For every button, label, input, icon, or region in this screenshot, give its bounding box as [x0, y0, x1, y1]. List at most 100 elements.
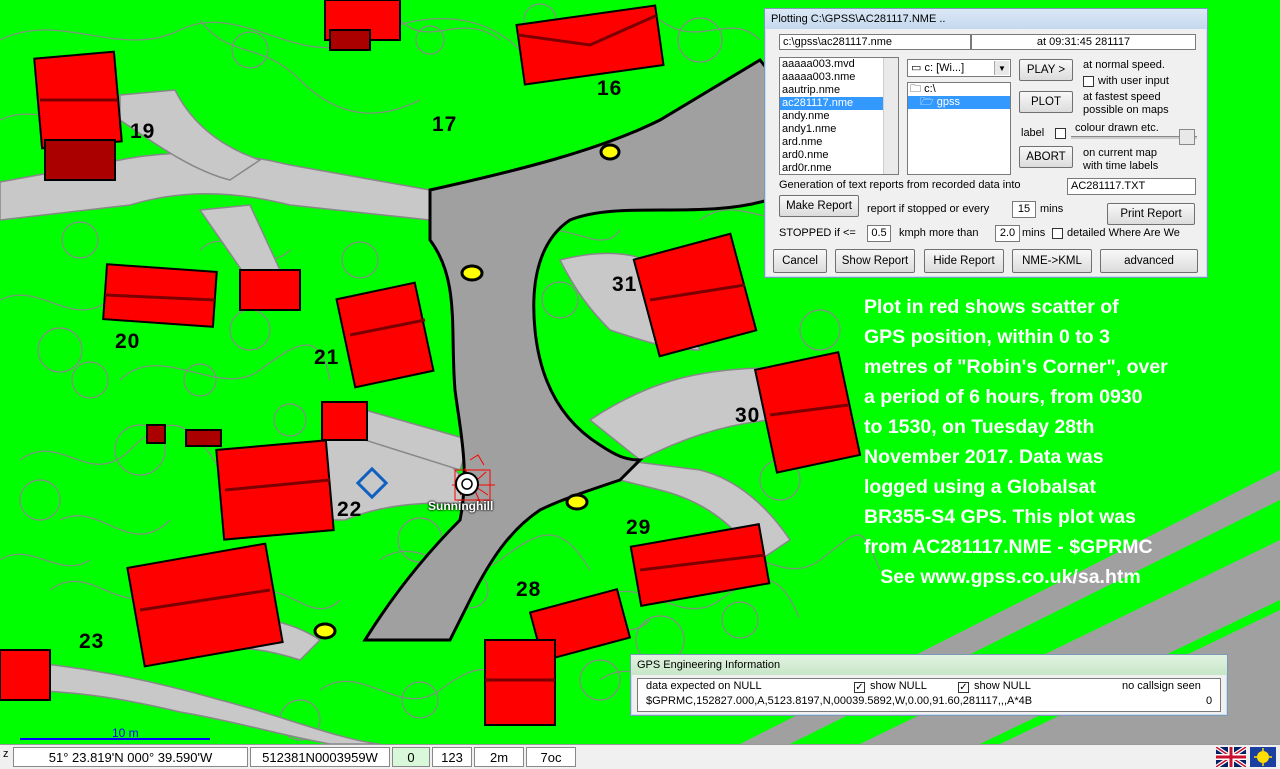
gps-engineering-panel: GPS Engineering Information data expecte…: [630, 654, 1228, 716]
house-number: 29: [626, 516, 652, 539]
abort-desc-2: with time labels: [1083, 160, 1159, 172]
house-number: 21: [314, 346, 340, 369]
show-null-checkbox-1[interactable]: ✓: [854, 682, 865, 693]
mins-label-2: mins: [1022, 227, 1046, 239]
list-item[interactable]: aautrip.nme: [780, 84, 898, 97]
description-line: from AC281117.NME - $GPRMC: [864, 536, 1153, 558]
detailed-checkbox[interactable]: [1052, 228, 1063, 239]
colour-slider-thumb[interactable]: [1179, 129, 1195, 145]
robins-corner-marker-icon[interactable]: [455, 472, 479, 496]
gps-panel-title: GPS Engineering Information: [631, 655, 1227, 675]
list-item[interactable]: ard.nme: [780, 136, 898, 149]
house-19: [33, 50, 123, 181]
user-input-checkbox[interactable]: [1083, 76, 1094, 87]
house-22: [215, 439, 335, 541]
house-number: 19: [130, 120, 156, 143]
list-item[interactable]: andy1.nme: [780, 123, 898, 136]
report-file-field[interactable]: AC281117.TXT: [1067, 178, 1196, 195]
list-item[interactable]: andy.nme: [780, 110, 898, 123]
drive-select[interactable]: ▭ c: [Wi...] ▼: [907, 59, 1011, 77]
house-number: 22: [337, 498, 363, 521]
description-line: GPS position, within 0 to 3: [864, 326, 1110, 348]
folder-item-selected[interactable]: 🗁 gpss: [908, 96, 1010, 109]
user-input-label: with user input: [1098, 75, 1169, 87]
generation-label: Generation of text reports from recorded…: [779, 179, 1021, 191]
report-every-field[interactable]: 15: [1012, 201, 1036, 218]
folder-item[interactable]: 🗀 c:\: [908, 83, 1010, 96]
list-item[interactable]: aaaaa003.nme: [780, 71, 898, 84]
show-null-label-1: show NULL: [870, 680, 927, 692]
list-item-selected[interactable]: ac281117.nme: [780, 97, 898, 110]
label-checkbox[interactable]: [1055, 128, 1066, 139]
file-path-field[interactable]: c:\gpss\ac281117.nme: [779, 34, 971, 50]
abort-desc-1: on current map: [1083, 147, 1157, 159]
house-number: 20: [115, 330, 141, 353]
description-line: metres of "Robin's Corner", over: [864, 356, 1168, 378]
description-line: Plot in red shows scatter of: [864, 296, 1119, 318]
scale-display: 2m: [474, 747, 524, 767]
more-than-field[interactable]: 2.0: [995, 225, 1020, 242]
house-number: 23: [79, 630, 105, 653]
time-info-field: at 09:31:45 281117: [971, 34, 1196, 50]
callsign-label: no callsign seen: [1122, 680, 1201, 692]
show-null-label-2: show NULL: [974, 680, 1031, 692]
waypoint-label: Sunninghill: [428, 499, 494, 513]
file-list-scrollbar[interactable]: [883, 58, 898, 174]
plot-desc-1: at fastest speed: [1083, 91, 1161, 103]
stopped-field[interactable]: 0.5: [867, 225, 891, 242]
list-item[interactable]: ard0r.nme: [780, 162, 898, 174]
description-line: to 1530, on Tuesday 28th: [864, 416, 1095, 438]
make-report-button[interactable]: Make Report: [779, 195, 859, 217]
house-20-garage: [239, 269, 301, 311]
advanced-button[interactable]: advanced: [1100, 249, 1198, 273]
mins-label: mins: [1040, 203, 1064, 215]
nmea-sentence: $GPRMC,152827.000,A,5123.8197,N,00039.58…: [646, 695, 1033, 707]
uk-flag-icon[interactable]: [1216, 747, 1246, 767]
z-label: z: [3, 748, 9, 760]
print-report-button[interactable]: Print Report: [1107, 203, 1195, 225]
grid-ref-display: 512381N0003959W: [250, 747, 390, 767]
chevron-down-icon[interactable]: ▼: [994, 61, 1009, 75]
house-20: [102, 263, 218, 328]
house-number: 17: [432, 113, 458, 136]
house-number: 28: [516, 578, 542, 601]
gps-data-box: data expected on NULL ✓ show NULL ✓ show…: [637, 678, 1221, 712]
play-button[interactable]: PLAY >: [1019, 59, 1073, 81]
colour-label: colour drawn etc.: [1075, 122, 1159, 134]
house-number: 31: [612, 273, 638, 296]
description-line: BR355-S4 GPS. This plot was: [864, 506, 1136, 528]
sentence-count: 0: [1206, 695, 1213, 707]
nme-kml-button[interactable]: NME->KML: [1012, 249, 1092, 273]
file-list[interactable]: aaaaa003.mvd aaaaa003.nme aautrip.nme ac…: [779, 57, 899, 175]
app-logo-icon[interactable]: [1250, 747, 1276, 767]
house-21-shed: [321, 401, 368, 441]
stopped-label: STOPPED if <=: [779, 227, 856, 239]
show-null-checkbox-2[interactable]: ✓: [958, 682, 969, 693]
folder-icon: 🗀: [910, 83, 925, 95]
house-number: 16: [597, 77, 623, 100]
description-line: logged using a Globalsat: [864, 476, 1096, 498]
value-123-display: 123: [432, 747, 472, 767]
value-0-display: 0: [392, 747, 430, 767]
plot-desc-2: possible on maps: [1083, 104, 1169, 116]
list-item[interactable]: ard0.nme: [780, 149, 898, 162]
cancel-button[interactable]: Cancel: [773, 249, 827, 273]
folder-list[interactable]: 🗀 c:\ 🗁 gpss: [907, 82, 1011, 175]
description-line: November 2017. Data was: [864, 446, 1104, 468]
show-report-button[interactable]: Show Report: [835, 249, 915, 273]
scale-label: 10 m: [112, 726, 139, 740]
code-display: 7oc: [526, 747, 576, 767]
house-23b: [0, 649, 51, 701]
hide-report-button[interactable]: Hide Report: [924, 249, 1004, 273]
house-21: [335, 281, 435, 389]
plot-button[interactable]: PLOT: [1019, 91, 1073, 113]
description-line: a period of 6 hours, from 0930: [864, 386, 1143, 408]
plotting-dialog: Plotting C:\GPSS\AC281117.NME .. c:\gpss…: [764, 8, 1208, 278]
play-desc: at normal speed.: [1083, 59, 1165, 71]
abort-button[interactable]: ABORT: [1019, 146, 1073, 168]
label-label: label: [1021, 127, 1045, 139]
list-item[interactable]: aaaaa003.mvd: [780, 58, 898, 71]
drive-value: c: [Wi...]: [924, 62, 965, 74]
dialog-title: Plotting C:\GPSS\AC281117.NME ..: [765, 9, 1207, 29]
data-expected-label: data expected on NULL: [646, 680, 762, 692]
